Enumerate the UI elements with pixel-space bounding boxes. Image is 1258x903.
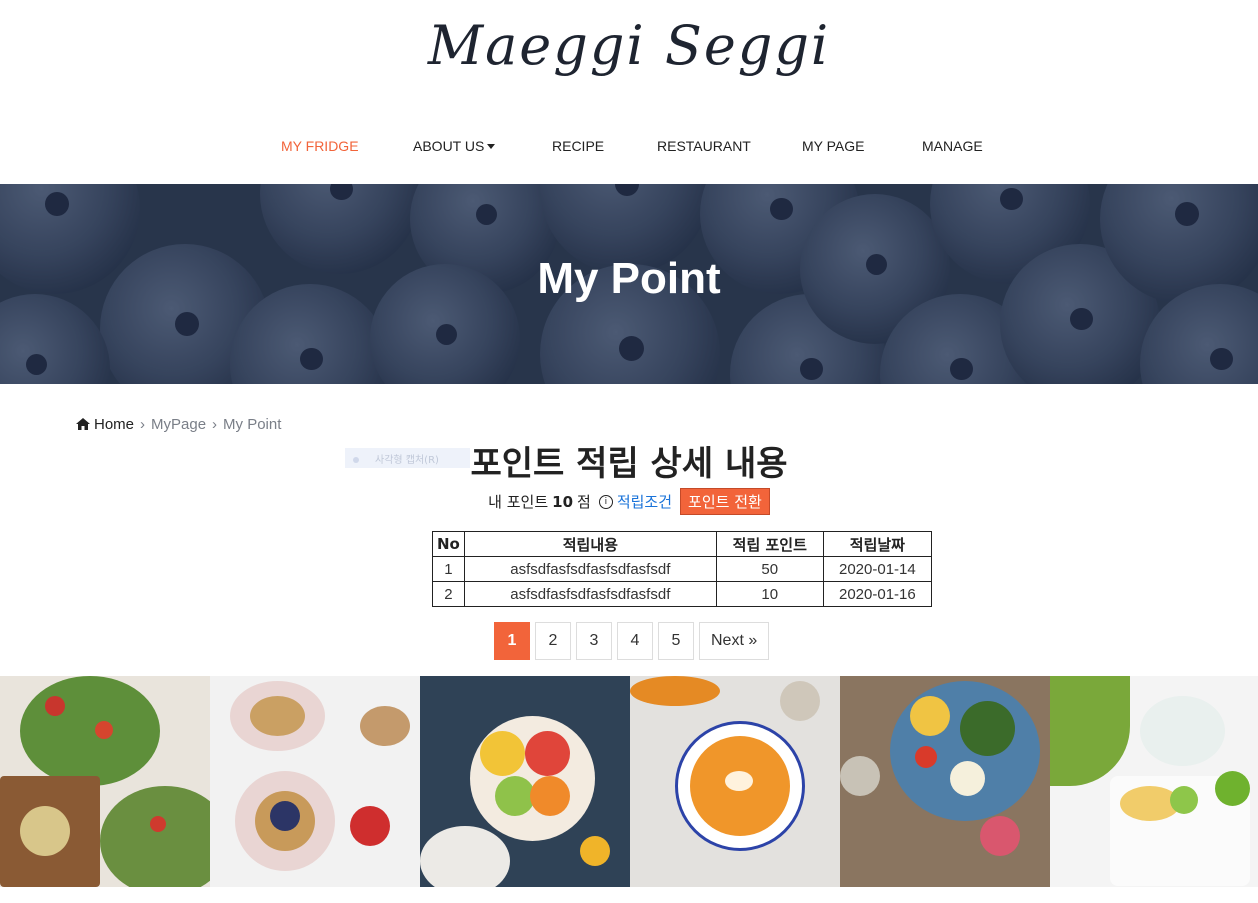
salad-photo[interactable]: [0, 676, 210, 887]
page-4-button[interactable]: 4: [617, 622, 653, 660]
column-header: 적립내용: [463, 531, 717, 557]
table-cell: 2020-01-16: [822, 581, 933, 607]
page-5-button[interactable]: 5: [658, 622, 694, 660]
table-cell: 2020-01-14: [822, 556, 933, 582]
points-summary: 내 포인트 10 점 i 적립조건 포인트 전환: [0, 488, 1258, 515]
points-prefix: 내 포인트: [488, 493, 549, 511]
breadcrumb: Home › MyPage › My Point: [76, 416, 281, 433]
hero-banner: My Point: [0, 184, 1258, 384]
table-row: 2 asfsdfasfsdfasfsdfasfsdf 10 2020-01-16: [432, 581, 933, 607]
column-header: 적립 포인트: [715, 531, 824, 557]
chevron-right-icon: ›: [140, 416, 146, 433]
points-value: 10: [552, 492, 574, 511]
hero-title: My Point: [537, 254, 721, 303]
page-1-button[interactable]: 1: [494, 622, 530, 660]
chevron-right-icon: ›: [212, 416, 218, 433]
table-header-row: No 적립내용 적립 포인트 적립날짜: [432, 531, 933, 557]
column-header: No: [432, 531, 465, 557]
conditions-link[interactable]: 적립조건: [617, 491, 672, 512]
site-logo[interactable]: Maeggi Seggi: [0, 14, 1258, 77]
breadcrumb-current: My Point: [223, 416, 282, 433]
home-icon: [76, 418, 90, 430]
nav-manage[interactable]: MANAGE: [922, 138, 983, 154]
page-3-button[interactable]: 3: [576, 622, 612, 660]
table-cell: 50: [715, 556, 824, 582]
breadcrumb-home-label: Home: [94, 416, 135, 433]
table-cell: asfsdfasfsdfasfsdfasfsdf: [463, 581, 717, 607]
table-cell: asfsdfasfsdfasfsdfasfsdf: [463, 556, 717, 582]
column-header: 적립날짜: [822, 531, 933, 557]
next-page-button[interactable]: Next »: [699, 622, 770, 660]
toast-plate-photo[interactable]: [1050, 676, 1258, 887]
table-cell: 1: [432, 556, 465, 582]
food-gallery: [0, 676, 1258, 887]
fruit-bowl-photo[interactable]: [420, 676, 630, 887]
table-row: 1 asfsdfasfsdfasfsdfasfsdf 50 2020-01-14: [432, 556, 933, 582]
table-cell: 2: [432, 581, 465, 607]
points-unit: 점: [577, 493, 591, 511]
caret-down-icon: [487, 144, 496, 149]
info-icon: i: [598, 494, 613, 509]
page-2-button[interactable]: 2: [535, 622, 571, 660]
points-table: No 적립내용 적립 포인트 적립날짜 1 asfsdfasfsdfasfsdf…: [432, 531, 933, 607]
nav-my-fridge[interactable]: MY FRIDGE: [281, 138, 359, 154]
nav-recipe[interactable]: RECIPE: [552, 138, 604, 154]
pagination: 1 2 3 4 5 Next »: [494, 622, 770, 660]
waffle-photo[interactable]: [210, 676, 420, 887]
nav-my-page[interactable]: MY PAGE: [802, 138, 865, 154]
veggie-bowl-photo[interactable]: [840, 676, 1050, 887]
pumpkin-soup-photo[interactable]: [630, 676, 840, 887]
page-title: 포인트 적립 상세 내용: [470, 444, 788, 484]
nav-restaurant[interactable]: RESTAURANT: [657, 138, 751, 154]
convert-points-button[interactable]: 포인트 전환: [680, 488, 770, 515]
breadcrumb-mypage[interactable]: MyPage: [151, 416, 206, 433]
nav-about-us[interactable]: ABOUT US: [413, 138, 496, 154]
breadcrumb-home[interactable]: Home: [76, 416, 134, 433]
nav-about-us-label: ABOUT US: [413, 138, 485, 154]
main-nav: MY FRIDGE ABOUT US RECIPE RESTAURANT MY …: [0, 138, 1258, 158]
table-cell: 10: [715, 581, 824, 607]
